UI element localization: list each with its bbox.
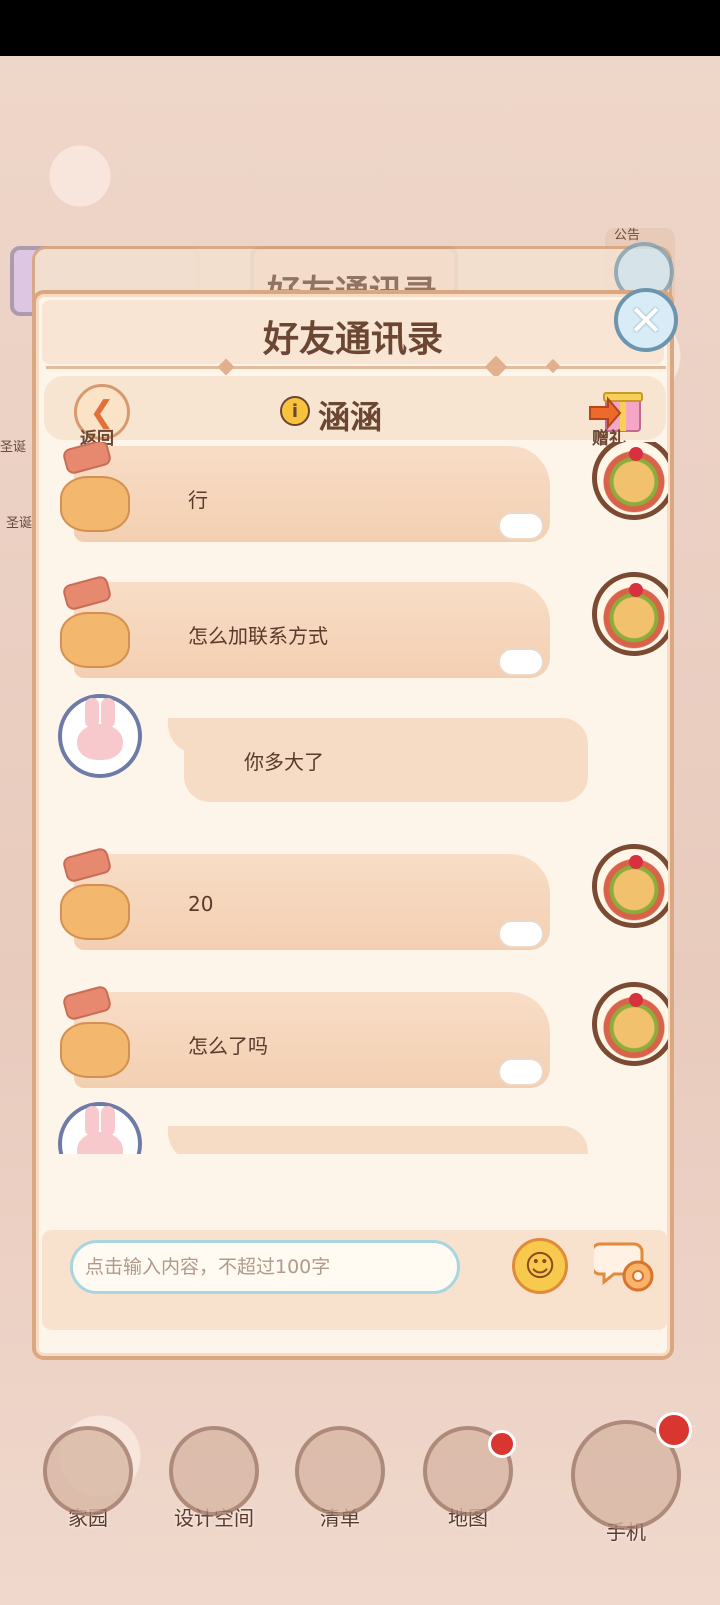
chat-gear-icon bbox=[590, 1242, 654, 1292]
info-icon[interactable]: i bbox=[280, 396, 310, 426]
pillow-decoration bbox=[61, 984, 113, 1022]
friend-avatar[interactable] bbox=[592, 572, 668, 656]
friend-contacts-panel: 好友通讯录 ❮ 返回 i 涵涵 赠礼 行 怎么加联系方式 你多大了 20 怎么了… bbox=[32, 290, 674, 1360]
cat-decoration bbox=[60, 476, 130, 532]
chat-message: 20 bbox=[44, 844, 668, 964]
message-bubble: 你多大了 bbox=[168, 718, 588, 802]
emoji-button[interactable]: ☺ bbox=[512, 1238, 568, 1294]
chat-settings-button[interactable] bbox=[590, 1236, 660, 1296]
chat-input[interactable] bbox=[70, 1240, 460, 1294]
message-text: 怎么了吗 bbox=[188, 1034, 268, 1058]
cloud-decoration bbox=[498, 1058, 544, 1086]
chat-message: 行 bbox=[44, 442, 668, 556]
cat-decoration bbox=[60, 884, 130, 940]
cloud-decoration bbox=[498, 920, 544, 948]
close-button[interactable]: ✕ bbox=[614, 288, 678, 352]
my-avatar[interactable] bbox=[58, 694, 142, 778]
list-icon bbox=[295, 1426, 385, 1516]
side-label: 圣诞 bbox=[0, 440, 27, 455]
friend-name: 涵涵 bbox=[318, 398, 383, 436]
input-bar: ☺ bbox=[42, 1230, 668, 1330]
pillow-decoration bbox=[61, 442, 113, 476]
message-bubble: 20 bbox=[60, 846, 550, 950]
status-bar bbox=[0, 0, 720, 56]
home-icon bbox=[43, 1426, 133, 1516]
nav-item-list[interactable]: 清单 bbox=[290, 1426, 390, 1531]
message-text: 行 bbox=[188, 488, 208, 512]
cloud-decoration bbox=[498, 512, 544, 540]
bunny-icon bbox=[77, 698, 123, 760]
nav-item-home[interactable]: 家园 bbox=[38, 1426, 138, 1531]
cat-decoration bbox=[60, 612, 130, 668]
design-icon bbox=[169, 1426, 259, 1516]
chat-message: 怎么了吗 bbox=[44, 982, 668, 1102]
my-avatar[interactable] bbox=[58, 1102, 142, 1154]
friend-avatar[interactable] bbox=[592, 442, 668, 520]
chat-message: 怎么加联系方式 bbox=[44, 572, 668, 692]
friend-avatar[interactable] bbox=[592, 844, 668, 928]
cloud-decoration bbox=[498, 648, 544, 676]
notification-badge bbox=[656, 1412, 692, 1448]
message-text: 怎么加联系方式 bbox=[188, 624, 328, 648]
nav-item-design[interactable]: 设计空间 bbox=[164, 1426, 264, 1531]
message-bubble: 怎么了吗 bbox=[60, 984, 550, 1088]
chat-message bbox=[44, 1102, 668, 1154]
panel-title: 好友通讯录 bbox=[262, 319, 443, 360]
announcement-label: 公告 bbox=[614, 228, 641, 243]
pillow-decoration bbox=[61, 846, 113, 884]
header-divider bbox=[46, 366, 666, 369]
smiley-icon: ☺ bbox=[524, 1248, 556, 1284]
chat-message: 你多大了 bbox=[44, 694, 668, 814]
message-text: 20 bbox=[188, 892, 214, 916]
friend-avatar[interactable] bbox=[592, 982, 668, 1066]
message-bubble: 行 bbox=[60, 442, 550, 542]
message-text: 你多大了 bbox=[244, 750, 324, 774]
bottom-navigation: 家园 设计空间 清单 地图 手机 bbox=[0, 1412, 720, 1605]
message-bubble: 怎么加联系方式 bbox=[60, 574, 550, 678]
side-label: 圣诞 bbox=[6, 516, 33, 531]
pillow-decoration bbox=[61, 574, 113, 612]
bunny-icon bbox=[77, 1106, 123, 1154]
cat-decoration bbox=[60, 1022, 130, 1078]
close-icon: ✕ bbox=[628, 295, 664, 345]
panel-header: 好友通讯录 bbox=[42, 300, 664, 364]
message-bubble bbox=[168, 1126, 588, 1154]
chat-message-list[interactable]: 行 怎么加联系方式 你多大了 20 怎么了吗 bbox=[44, 442, 668, 1154]
notification-badge bbox=[488, 1430, 516, 1458]
